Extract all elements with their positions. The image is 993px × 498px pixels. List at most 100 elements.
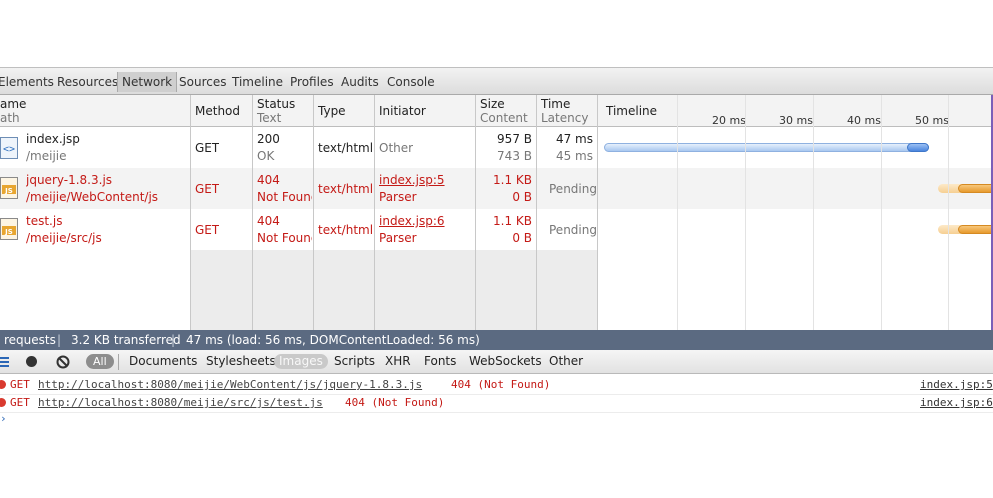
column-divider[interactable]	[597, 95, 598, 330]
request-initiator-link[interactable]: index.jsp:6	[379, 214, 445, 228]
timeline-tick-label: 20 ms	[712, 114, 746, 127]
timeline-gridline	[948, 95, 949, 330]
timeline-bar-pending-active	[958, 184, 993, 193]
column-divider[interactable]	[536, 95, 537, 330]
header-content-label: Content	[480, 111, 528, 125]
header-timeline-label: Timeline	[606, 104, 658, 118]
console-url-link[interactable]: http://localhost:8080/meijie/WebContent/…	[38, 378, 422, 391]
request-type: text/html	[318, 141, 374, 155]
console-prompt-icon[interactable]: ›	[0, 412, 7, 425]
tab-sources[interactable]: Sources	[179, 73, 226, 91]
summary-timing: 47 ms (load: 56 ms, DOMContentLoaded: 56…	[186, 333, 480, 347]
column-divider[interactable]	[475, 95, 476, 330]
console-status: 404 (Not Found)	[451, 378, 551, 391]
request-status: 200	[257, 132, 280, 146]
table-row[interactable]: JS test.js /meijie/src/js GET 404 Not Fo…	[0, 209, 993, 250]
record-icon[interactable]	[25, 355, 38, 368]
request-initiator-link[interactable]: index.jsp:5	[379, 173, 445, 187]
initiator-link-text[interactable]: index.jsp:6	[379, 214, 445, 228]
timeline-gridline	[881, 95, 882, 330]
console-source-link[interactable]: index.jsp:6	[920, 396, 993, 409]
column-header-timeline[interactable]: Timeline	[601, 95, 681, 126]
column-divider[interactable]	[374, 95, 375, 330]
header-type-label: Type	[318, 104, 346, 118]
request-content-size: 0 B	[512, 231, 532, 245]
column-header-initiator[interactable]: Initiator	[374, 95, 475, 126]
list-icon[interactable]	[0, 356, 10, 368]
html-file-icon: <>	[0, 137, 18, 159]
console-message: GET http://localhost:8080/meijie/src/js/…	[0, 394, 993, 413]
header-path-label: ath	[0, 111, 20, 125]
network-summary-bar: requests | 3.2 KB transferred | 47 ms (l…	[0, 330, 993, 350]
column-header-type[interactable]: Type	[313, 95, 374, 126]
column-header-time[interactable]: Time Latency	[536, 95, 597, 126]
request-name[interactable]: jquery-1.8.3.js	[26, 173, 112, 187]
request-status: 404	[257, 173, 280, 187]
column-header-method[interactable]: Method	[190, 95, 252, 126]
header-initiator-label: Initiator	[379, 104, 426, 118]
request-name[interactable]: index.jsp	[26, 132, 80, 146]
tab-resources[interactable]: Resources	[57, 73, 118, 91]
column-divider[interactable]	[313, 95, 314, 330]
request-size: 957 B	[497, 132, 532, 146]
tab-profiles[interactable]: Profiles	[290, 73, 334, 91]
request-content-size: 743 B	[497, 149, 532, 163]
console-method: GET	[10, 396, 30, 409]
tab-timeline[interactable]: Timeline	[232, 73, 283, 91]
request-status-text: Not Found	[257, 231, 312, 245]
request-size: 1.1 KB	[493, 173, 532, 187]
tab-audits[interactable]: Audits	[341, 73, 379, 91]
filter-documents[interactable]: Documents	[129, 354, 197, 368]
request-size: 1.1 KB	[493, 214, 532, 228]
request-type: text/html	[318, 182, 374, 196]
console-source-link[interactable]: index.jsp:5	[920, 378, 993, 391]
console-url-link[interactable]: http://localhost:8080/meijie/src/js/test…	[38, 396, 323, 409]
network-grid-header: ame ath Method Status Text Type Initiato…	[0, 95, 993, 127]
request-method: GET	[195, 141, 220, 155]
tab-network[interactable]: Network	[117, 72, 178, 92]
header-size-label: Size	[480, 97, 505, 111]
timeline-tick-label: 30 ms	[779, 114, 813, 127]
header-status-label: Status	[257, 97, 296, 111]
table-row[interactable]: <> index.jsp /meijie GET 200 OK text/htm…	[0, 127, 993, 168]
error-icon	[0, 380, 6, 389]
request-method: GET	[195, 182, 220, 196]
request-initiator: Other	[379, 141, 414, 155]
request-time: 47 ms	[555, 132, 593, 146]
request-type: text/html	[318, 223, 374, 237]
request-status-text: Not Found	[257, 190, 312, 204]
filter-fonts[interactable]: Fonts	[424, 354, 456, 368]
request-name[interactable]: test.js	[26, 214, 62, 228]
filter-other[interactable]: Other	[549, 354, 583, 368]
request-latency: 45 ms	[555, 149, 593, 163]
header-latency-label: Latency	[541, 111, 589, 125]
initiator-link-text[interactable]: index.jsp:5	[379, 173, 445, 187]
timeline-tick-label: 40 ms	[847, 114, 881, 127]
tab-console[interactable]: Console	[387, 73, 435, 91]
timeline-gridline	[677, 95, 678, 330]
column-header-size[interactable]: Size Content	[475, 95, 536, 126]
filter-all-pill[interactable]: All	[86, 354, 114, 369]
tab-elements[interactable]: Elements	[0, 73, 54, 91]
svg-text:<>: <>	[3, 144, 15, 155]
filter-xhr[interactable]: XHR	[385, 354, 411, 368]
request-status-text: OK	[257, 149, 275, 163]
panel-tab-bar: Elements Resources Network Sources Timel…	[0, 67, 993, 95]
column-header-name[interactable]: ame ath	[0, 95, 191, 126]
column-divider[interactable]	[252, 95, 253, 330]
header-time-label: Time	[541, 97, 571, 111]
header-name-label: ame	[0, 97, 27, 111]
filter-images[interactable]: Images	[274, 354, 328, 369]
js-file-icon: JS	[0, 218, 18, 240]
timeline-gridline	[745, 95, 746, 330]
clear-icon[interactable]	[56, 355, 70, 369]
request-content-size: 0 B	[512, 190, 532, 204]
filter-stylesheets[interactable]: Stylesheets	[206, 354, 276, 368]
table-row[interactable]: JS jquery-1.8.3.js /meijie/WebContent/js…	[0, 168, 993, 209]
column-header-status[interactable]: Status Text	[252, 95, 313, 126]
request-time: Pending	[549, 223, 597, 237]
column-divider[interactable]	[190, 95, 191, 330]
filter-scripts[interactable]: Scripts	[334, 354, 375, 368]
console-method: GET	[10, 378, 30, 391]
filter-websockets[interactable]: WebSockets	[469, 354, 542, 368]
